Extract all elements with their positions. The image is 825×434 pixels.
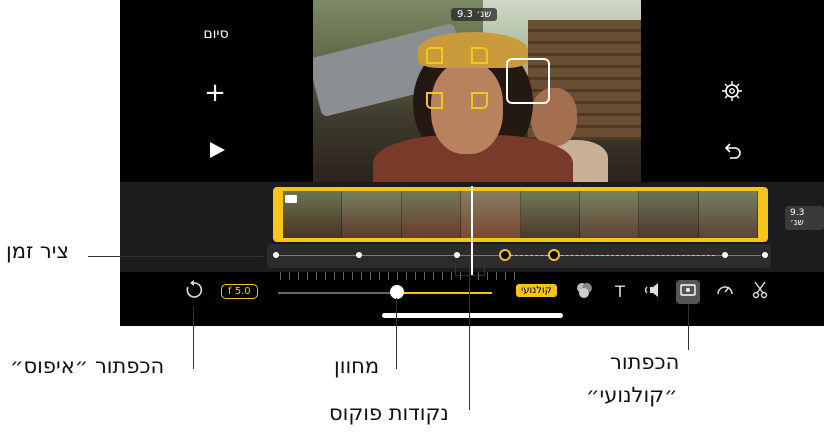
done-button[interactable]: סיום xyxy=(188,26,244,42)
add-button[interactable]: + xyxy=(200,80,230,106)
clip-duration: 9.3 שנ׳ xyxy=(785,206,824,230)
callout-line-cinematic xyxy=(688,305,689,350)
focus-point-active[interactable] xyxy=(499,249,511,261)
callout-bracket-bottom xyxy=(455,275,485,276)
audio-icon[interactable] xyxy=(641,280,665,304)
callout-line-reset xyxy=(193,307,194,369)
callout-timeline: ציר זמן xyxy=(6,239,69,263)
focus-point-active[interactable] xyxy=(548,249,560,261)
callout-line-timeline xyxy=(88,256,263,257)
cinematic-icon[interactable] xyxy=(676,280,700,304)
play-icon[interactable] xyxy=(204,140,230,166)
camera-icon xyxy=(285,195,297,203)
slider-fill xyxy=(396,292,492,294)
aperture-button[interactable]: f 5.0 xyxy=(221,284,258,299)
focus-point[interactable] xyxy=(762,252,768,258)
speed-icon[interactable] xyxy=(713,280,737,304)
focus-point[interactable] xyxy=(273,252,279,258)
slider-knob[interactable] xyxy=(390,285,404,299)
toolbar: f 5.0 קולנועי T xyxy=(120,278,824,308)
callout-line-focus xyxy=(469,262,470,410)
reset-icon[interactable] xyxy=(182,280,206,304)
home-indicator[interactable] xyxy=(382,313,563,318)
filters-icon[interactable] xyxy=(572,280,596,304)
text-icon[interactable]: T xyxy=(608,280,632,304)
cinematic-tag: קולנועי xyxy=(516,284,557,297)
callout-focus-points: נקודות פוקוס xyxy=(329,401,449,425)
subject-box[interactable] xyxy=(506,58,550,104)
focus-point[interactable] xyxy=(722,252,728,258)
editor-screen: סיום + 9.3 שנ׳ 9.3 שנ׳ f 5.0 קולנועי T xyxy=(120,0,824,326)
focus-point[interactable] xyxy=(454,252,460,258)
focus-track[interactable] xyxy=(267,244,771,268)
duration-badge: 9.3 שנ׳ xyxy=(451,8,498,21)
settings-icon[interactable] xyxy=(720,80,744,104)
callout-reset: הכפתור ״איפוס״ xyxy=(10,354,165,378)
track-focus-segment xyxy=(505,255,715,256)
callout-slider: מחוון xyxy=(334,354,380,378)
focus-point[interactable] xyxy=(356,252,362,258)
callout-line-slider xyxy=(396,298,397,369)
undo-icon[interactable] xyxy=(720,140,744,164)
thumbnail-strip xyxy=(283,191,758,238)
focus-square[interactable] xyxy=(426,47,488,109)
clip-thumbnails[interactable] xyxy=(273,187,768,242)
video-preview[interactable]: 9.3 שנ׳ xyxy=(313,0,641,182)
callout-cinematic-line2: ״קולנועי״ xyxy=(586,383,678,407)
playhead[interactable] xyxy=(471,186,473,276)
callout-cinematic-line1: הכפתור xyxy=(610,350,680,374)
callout-bracket-left xyxy=(455,262,456,276)
callout-bracket-right xyxy=(484,262,485,276)
scissors-icon[interactable] xyxy=(748,280,772,304)
depth-slider[interactable] xyxy=(278,292,492,294)
